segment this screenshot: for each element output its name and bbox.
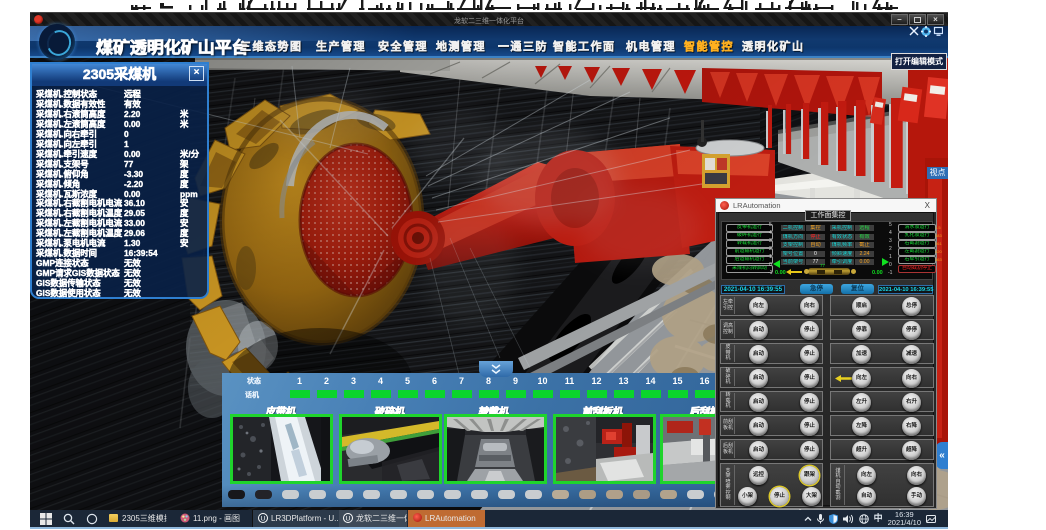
svg-text:U: U: [261, 515, 266, 522]
svg-text:U: U: [346, 515, 351, 522]
